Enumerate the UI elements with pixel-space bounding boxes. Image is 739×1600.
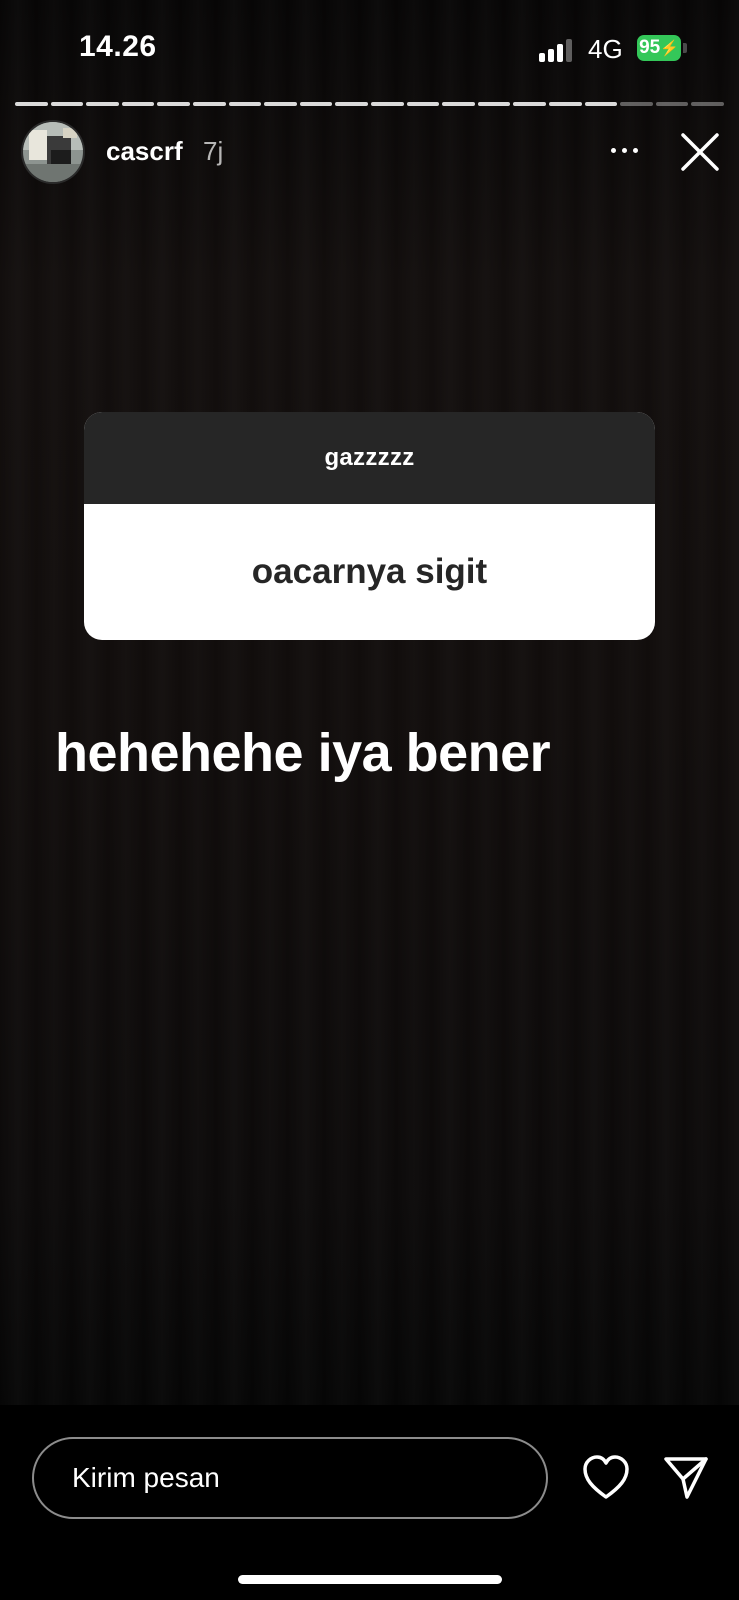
story-timestamp: 7j (203, 136, 224, 166)
story-progress-segment (620, 102, 653, 106)
question-sticker[interactable]: gazzzzz oacarnya sigit (84, 412, 655, 640)
story-progress-segment (157, 102, 190, 106)
story-progress-segment (691, 102, 724, 106)
home-indicator (238, 1575, 502, 1584)
battery-icon: 95 ⚡ (637, 35, 687, 61)
story-progress-segment (584, 102, 618, 106)
question-text: gazzzzz (84, 412, 655, 504)
story-progress-segment (335, 102, 368, 106)
close-icon[interactable] (680, 132, 720, 172)
reply-message-input[interactable] (32, 1437, 548, 1519)
status-bar: 14.26 4G 95 ⚡ (0, 0, 739, 100)
network-type: 4G (588, 34, 623, 64)
story-progress-segment (442, 102, 475, 106)
story-progress-segment (121, 102, 155, 106)
story-header: cascrf 7j (0, 118, 739, 188)
story-progress-segment (299, 102, 333, 106)
story-progress-segment (548, 102, 582, 106)
story-username[interactable]: cascrf (106, 136, 183, 167)
story-progress-segment (15, 102, 48, 106)
story-progress-segment (513, 102, 546, 106)
story-progress-segment (86, 102, 119, 106)
send-icon[interactable] (663, 1455, 709, 1501)
more-dots-icon[interactable] (606, 140, 642, 160)
story-progress-bar (15, 102, 724, 106)
story-progress-segment (406, 102, 440, 106)
story-progress-segment (655, 102, 689, 106)
story-progress-segment (370, 102, 404, 106)
cellular-signal-icon (539, 38, 577, 62)
story-background (0, 0, 739, 1405)
avatar[interactable] (23, 122, 83, 182)
question-answer: oacarnya sigit (251, 552, 488, 591)
story-progress-segment (192, 102, 226, 106)
story-caption: hehehehe iya bener (55, 723, 551, 783)
battery-level: 95 (639, 37, 661, 58)
heart-icon[interactable] (582, 1455, 630, 1501)
story-progress-segment (264, 102, 297, 106)
status-time: 14.26 (79, 30, 157, 63)
story-progress-segment (228, 102, 262, 106)
story-progress-segment (477, 102, 511, 106)
story-progress-segment (50, 102, 84, 106)
